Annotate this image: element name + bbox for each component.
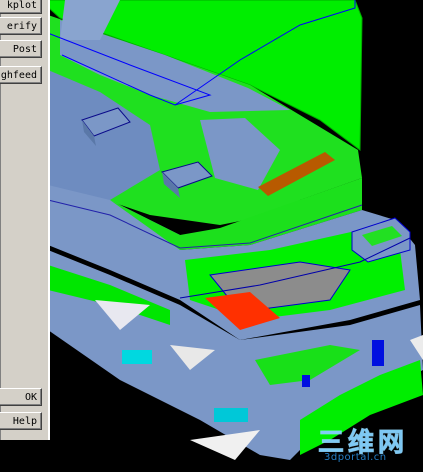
3d-model-viewport[interactable]	[0, 0, 423, 472]
help-button[interactable]: Help	[0, 412, 42, 430]
ok-button[interactable]: OK	[0, 388, 42, 406]
verify-button[interactable]: erify	[0, 17, 42, 35]
model-feature-cyan	[214, 408, 248, 422]
checkplot-button[interactable]: kplot	[0, 0, 42, 14]
post-button[interactable]: Post	[0, 40, 42, 58]
model-feature-cyan	[122, 350, 152, 364]
highfeed-button[interactable]: ghfeed	[0, 66, 42, 84]
toolbar-side-panel: kplot erify Post ghfeed OK Help	[0, 0, 50, 440]
watermark-url: 3dportal.cn	[324, 452, 387, 463]
model-feature-blue	[372, 340, 384, 366]
watermark: 三维网 3dportal.cn	[317, 422, 418, 468]
model-feature-blue	[302, 375, 310, 387]
